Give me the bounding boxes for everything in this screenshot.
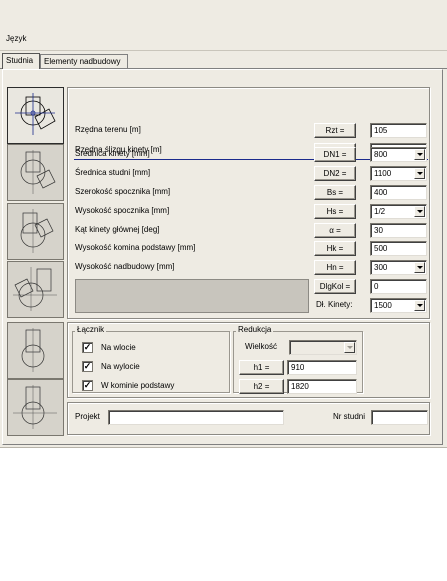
alpha-button[interactable]: α = xyxy=(314,223,356,238)
tab-studnia[interactable]: Studnia xyxy=(2,53,40,69)
well-type-6-icon xyxy=(12,384,57,429)
h2-button[interactable]: h2 = xyxy=(239,379,284,394)
dn2-select[interactable]: 1100 xyxy=(370,166,427,181)
app-panel: Język Studnia Elementy nadbudowy Rzędna … xyxy=(0,0,447,448)
chevron-down-icon[interactable] xyxy=(414,149,425,160)
rzt-button[interactable]: Rzt = xyxy=(314,123,356,138)
srednica-kinety-label: Średnica kinety [mm] xyxy=(75,149,150,158)
well-type-4-icon xyxy=(12,266,57,311)
wysokosc-komina-label: Wysokość komina podstawy [mm] xyxy=(75,243,196,252)
hk-button[interactable]: Hk = xyxy=(314,241,356,256)
dl-kinety-select[interactable]: 1500 xyxy=(370,298,427,313)
well-type-4-thumbnail[interactable] xyxy=(7,261,64,318)
well-type-1-icon xyxy=(14,92,56,135)
preview-area xyxy=(75,279,309,313)
dn2-button[interactable]: DN2 = xyxy=(314,166,356,181)
srednica-studni-label: Średnica studni [mm] xyxy=(75,168,151,177)
bs-button[interactable]: Bs = xyxy=(314,185,356,200)
well-type-3-icon xyxy=(20,208,53,253)
w-kominie-podstawy-checkbox[interactable]: ✓ xyxy=(82,380,93,391)
lacznik-title: Łącznik xyxy=(75,325,107,334)
menu-bar: Język xyxy=(0,0,447,51)
na-wylocie-label: Na wylocie xyxy=(101,362,140,371)
nr-studni-label: Nr studni xyxy=(333,412,366,421)
dn1-select[interactable]: 800 xyxy=(370,147,427,162)
nr-studni-input[interactable] xyxy=(371,410,428,425)
well-type-1-thumbnail[interactable] xyxy=(7,87,64,144)
well-type-5-thumbnail[interactable] xyxy=(7,322,64,379)
tab-elementy-nadbudowy[interactable]: Elementy nadbudowy xyxy=(40,54,128,68)
chevron-down-icon[interactable] xyxy=(414,168,425,179)
wielkosc-label: Wielkość xyxy=(245,342,278,351)
chevron-down-icon[interactable] xyxy=(414,262,425,273)
h1-button[interactable]: h1 = xyxy=(239,360,284,375)
dlgkol-input[interactable]: 0 xyxy=(370,279,427,294)
dl-kinety-value: 1500 xyxy=(374,301,392,310)
chevron-down-icon[interactable] xyxy=(414,300,425,311)
well-type-5-icon xyxy=(21,327,44,372)
projekt-label: Projekt xyxy=(75,412,100,421)
szerokosc-spocznika-label: Szerokość spocznika [mm] xyxy=(75,187,171,196)
hn-select[interactable]: 300 xyxy=(370,260,427,275)
wysokosc-nadbudowy-label: Wysokość nadbudowy [mm] xyxy=(75,262,175,271)
alpha-input[interactable]: 30 xyxy=(370,223,427,238)
rzedna-terenu-label: Rzędna terenu [m] xyxy=(75,125,141,134)
h1-input[interactable]: 910 xyxy=(287,360,357,375)
kat-kinety-label: Kąt kinety głównej [deg] xyxy=(75,225,160,234)
na-wlocie-checkbox[interactable]: ✓ xyxy=(82,342,93,353)
dn1-value: 800 xyxy=(374,150,388,159)
redukcja-title: Redukcja xyxy=(236,325,274,334)
hn-button[interactable]: Hn = xyxy=(314,260,356,275)
w-kominie-podstawy-label: W kominie podstawy xyxy=(101,381,175,390)
well-type-6-thumbnail[interactable] xyxy=(7,379,64,436)
wysokosc-spocznika-label: Wysokość spocznika [mm] xyxy=(75,206,170,215)
na-wlocie-label: Na wlocie xyxy=(101,343,136,352)
hs-value: 1/2 xyxy=(374,207,386,216)
chevron-down-icon[interactable] xyxy=(414,206,425,217)
hs-button[interactable]: Hs = xyxy=(314,204,356,219)
menu-language[interactable]: Język xyxy=(6,34,26,43)
h2-input[interactable]: 1820 xyxy=(287,379,357,394)
dn2-value: 1100 xyxy=(374,169,392,178)
hk-input[interactable]: 500 xyxy=(370,241,427,256)
rzt-input[interactable]: 105 xyxy=(370,123,427,138)
dl-kinety-label: Dł. Kinety: xyxy=(316,300,353,309)
chevron-down-icon[interactable] xyxy=(344,342,355,353)
na-wylocie-checkbox[interactable]: ✓ xyxy=(82,361,93,372)
hs-select[interactable]: 1/2 xyxy=(370,204,427,219)
well-type-2-icon xyxy=(20,149,55,194)
projekt-input[interactable] xyxy=(108,410,284,425)
bs-input[interactable]: 400 xyxy=(370,185,427,200)
well-type-2-thumbnail[interactable] xyxy=(7,144,64,201)
dn1-button[interactable]: DN1 = xyxy=(314,147,356,162)
hn-value: 300 xyxy=(374,263,388,272)
dlgkol-button[interactable]: DlgKol = xyxy=(314,279,356,294)
wielkosc-select[interactable] xyxy=(289,340,357,355)
well-type-3-thumbnail[interactable] xyxy=(7,203,64,260)
